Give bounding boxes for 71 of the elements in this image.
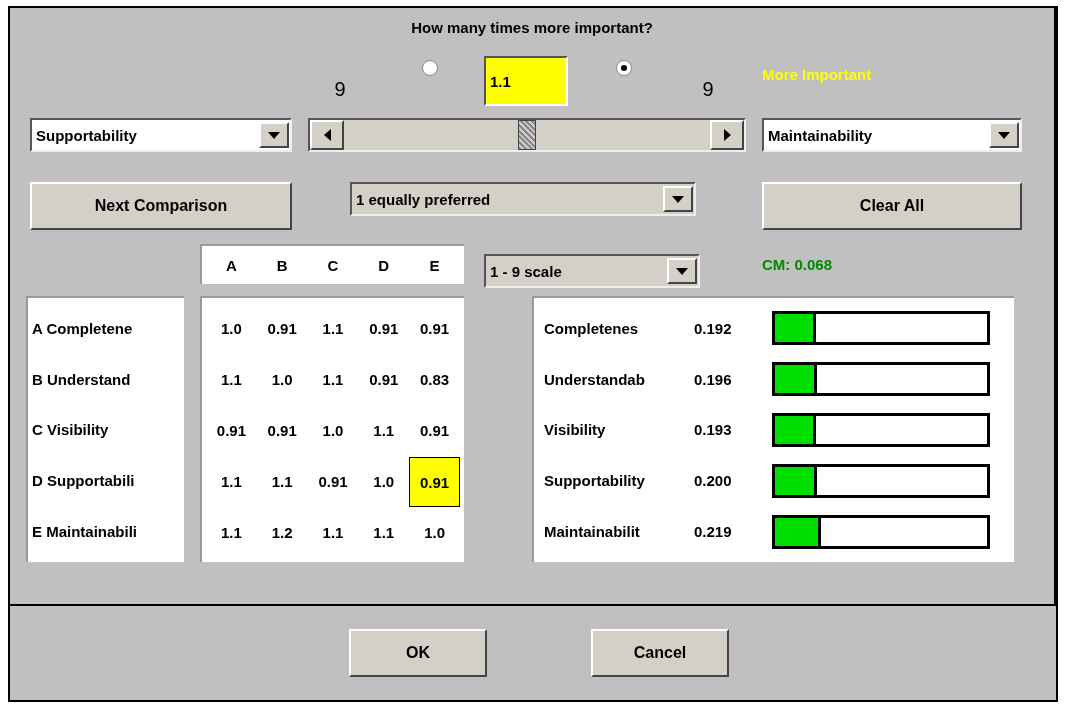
scroll-left-button[interactable]	[310, 120, 344, 150]
matrix-cell[interactable]: 0.91	[358, 354, 410, 405]
matrix-cell[interactable]: 1.0	[409, 507, 460, 558]
question-title: How many times more important?	[410, 18, 654, 38]
caret-icon	[672, 195, 684, 203]
scroll-right-button[interactable]	[710, 120, 744, 150]
weight-name: Maintainabilit	[544, 523, 640, 541]
weight-name: Understandab	[544, 370, 645, 388]
matrix-cell[interactable]: 0.91	[307, 456, 359, 507]
clear-all-button[interactable]: Clear All	[762, 182, 1022, 230]
matrix-cell[interactable]: 0.91	[409, 303, 460, 354]
matrix-cell[interactable]: 1.1	[358, 405, 410, 456]
weight-name: Completenes	[544, 319, 639, 337]
radio-button[interactable]	[422, 60, 438, 76]
matrix-cell[interactable]: 0.91	[358, 303, 410, 354]
matrix-cell[interactable]: 0.91	[256, 405, 308, 456]
weight-value: 0.200	[694, 472, 732, 490]
matrix-cell[interactable]: 0.91	[206, 405, 257, 456]
radio-button[interactable]	[616, 60, 632, 76]
matrix-cell[interactable]: 1.1	[206, 507, 257, 558]
matrix-cell[interactable]: 1.1	[256, 456, 308, 507]
dropdown[interactable]: 1 - 9 scale	[484, 254, 700, 288]
dialog-button[interactable]: OK	[349, 629, 487, 677]
matrix-cell[interactable]: 0.83	[409, 354, 460, 405]
column-header: D	[377, 255, 391, 276]
column-header: B	[275, 255, 289, 276]
weight-value: 0.196	[694, 370, 732, 388]
weight-name: Supportability	[544, 472, 645, 490]
row-label: C Visibility	[32, 421, 109, 439]
row-label: B Understand	[32, 370, 131, 388]
caret-icon	[676, 267, 688, 275]
caret-icon	[268, 131, 280, 139]
matrix-cell[interactable]: 0.91	[409, 457, 460, 507]
matrix-cell[interactable]: 0.91	[409, 405, 460, 456]
left-arrow-icon	[323, 129, 331, 141]
column-header: A	[224, 255, 238, 276]
matrix-cell[interactable]: 1.2	[256, 507, 308, 558]
weight-value: 0.192	[694, 319, 732, 337]
weight-name: Visibility	[544, 421, 606, 439]
scale-label: 9	[333, 78, 347, 102]
slider[interactable]	[308, 118, 746, 152]
matrix-cell[interactable]: 1.1	[206, 456, 257, 507]
consistency-measure: CM: 0.068	[762, 256, 833, 273]
weight-value: 0.193	[694, 421, 732, 439]
row-label: E Maintainabili	[32, 523, 137, 541]
column-header: E	[428, 255, 441, 276]
dropdown[interactable]: Supportability	[30, 118, 292, 152]
dropdown[interactable]: Maintainability	[762, 118, 1022, 152]
matrix-cell[interactable]: 1.1	[307, 303, 359, 354]
row-label: D Supportabili	[32, 472, 135, 490]
matrix-cell[interactable]: 1.1	[358, 507, 410, 558]
next-comparison-button[interactable]: Next Comparison	[30, 182, 292, 230]
ratio-field[interactable]: 1.1	[484, 56, 568, 106]
scale-label: 9	[701, 78, 715, 102]
matrix-cell[interactable]: 1.0	[256, 354, 308, 405]
matrix-cell[interactable]: 1.1	[307, 354, 359, 405]
dialog-button[interactable]: Cancel	[591, 629, 729, 677]
right-arrow-icon	[723, 129, 731, 141]
matrix-cell[interactable]: 1.1	[307, 507, 359, 558]
column-header: C	[326, 255, 340, 276]
matrix-cell[interactable]: 1.0	[206, 303, 257, 354]
more-important-label: More Important	[762, 66, 872, 83]
matrix-cell[interactable]: 1.1	[206, 354, 257, 405]
caret-icon	[998, 131, 1010, 139]
weight-value: 0.219	[694, 523, 732, 541]
slider-thumb[interactable]	[518, 120, 536, 150]
matrix-cell[interactable]: 0.91	[256, 303, 308, 354]
matrix-cell[interactable]: 1.0	[307, 405, 359, 456]
row-label: A Completene	[32, 319, 133, 337]
dropdown[interactable]: 1 equally preferred	[350, 182, 696, 216]
matrix-cell[interactable]: 1.0	[358, 456, 410, 507]
